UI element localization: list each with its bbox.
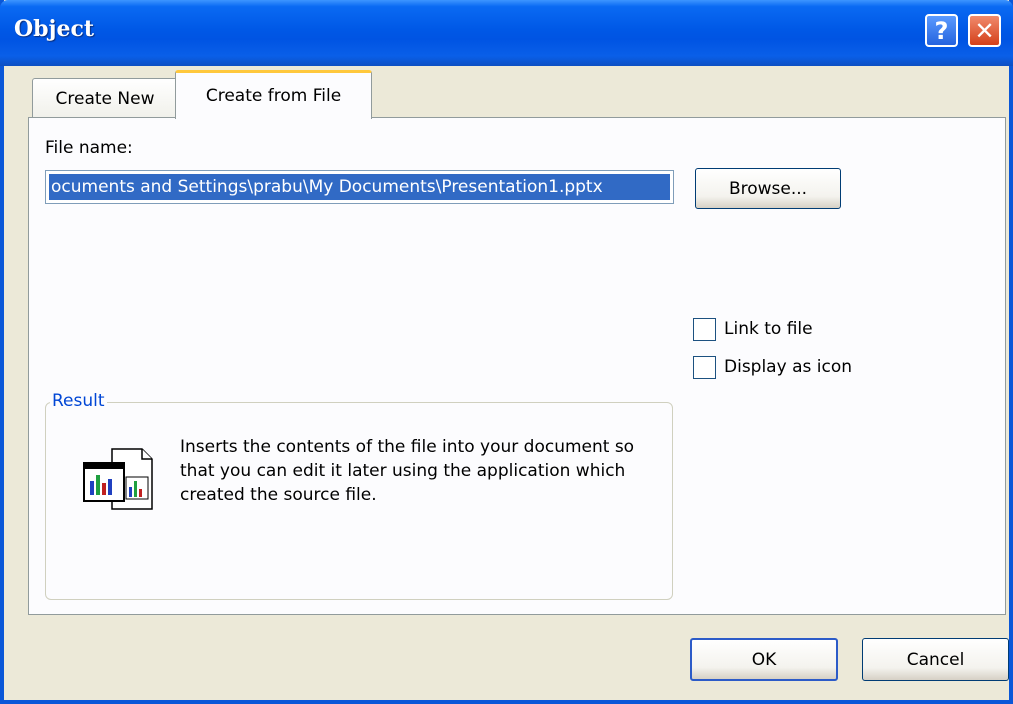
result-group: Result Inserts the contents of the file … <box>45 391 673 600</box>
result-legend: Result <box>50 391 107 411</box>
tab-create-from-file-label: Create from File <box>205 86 342 106</box>
embed-object-icon <box>83 448 153 510</box>
browse-button[interactable]: Browse... <box>695 168 841 209</box>
help-icon: ? <box>934 16 949 45</box>
display-as-icon-label: Display as icon <box>724 357 852 377</box>
object-dialog: Object ? ✕ Create New Create from File F… <box>0 0 1013 704</box>
file-name-input[interactable]: ocuments and Settings\prabu\My Documents… <box>45 170 674 204</box>
display-as-icon-option[interactable]: Display as icon <box>693 354 852 380</box>
display-as-icon-checkbox[interactable] <box>693 355 716 379</box>
tab-panel: File name: ocuments and Settings\prabu\M… <box>28 117 1006 615</box>
result-description: Inserts the contents of the file into yo… <box>180 437 635 505</box>
close-button[interactable]: ✕ <box>968 14 1001 47</box>
cancel-button-label: Cancel <box>906 649 965 670</box>
link-to-file-label: Link to file <box>724 319 813 339</box>
file-name-value: ocuments and Settings\prabu\My Documents… <box>49 174 670 200</box>
ok-button[interactable]: OK <box>690 638 838 681</box>
link-to-file-option[interactable]: Link to file <box>693 316 813 342</box>
help-button[interactable]: ? <box>925 14 958 47</box>
ok-button-label: OK <box>751 649 777 670</box>
tab-create-new-label: Create New <box>55 89 155 109</box>
tab-create-from-file[interactable]: Create from File <box>175 70 372 119</box>
link-to-file-checkbox[interactable] <box>693 317 716 341</box>
tab-create-new[interactable]: Create New <box>32 78 178 119</box>
window-title: Object <box>14 16 95 42</box>
file-name-label: File name: <box>45 138 133 158</box>
browse-button-label: Browse... <box>728 178 808 199</box>
title-bar[interactable]: Object ? ✕ <box>0 0 1013 66</box>
cancel-button[interactable]: Cancel <box>862 638 1009 681</box>
close-icon: ✕ <box>974 16 995 45</box>
